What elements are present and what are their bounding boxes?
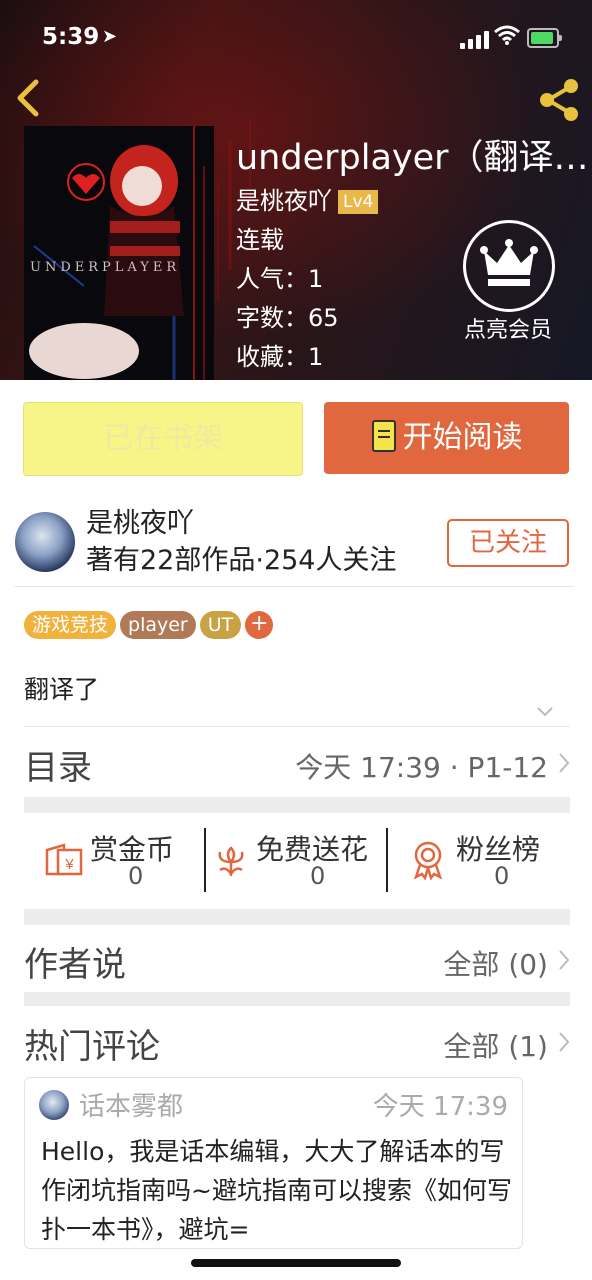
home-indicator[interactable] [191,1259,401,1267]
divider [386,828,388,892]
reward-coins-value: 0 [128,862,144,890]
status-time: 5:39 [42,24,100,50]
status-bar: 5:39 ➤ [0,0,592,80]
medal-icon [413,841,443,880]
divider [204,828,206,892]
commenter-name[interactable]: 话本雾都 [79,1086,183,1123]
hot-comments-link[interactable]: 全部 (1) [443,1025,548,1065]
book-author[interactable]: 是桃夜吖 [236,187,332,215]
follow-button[interactable]: 已关注 [447,519,569,567]
reward-coins[interactable]: ¥ 赏金币 0 [40,828,200,892]
share-icon[interactable] [538,78,580,122]
chevron-right-icon [559,753,570,773]
book-description: 翻译了 [24,675,100,704]
comment-card[interactable]: 话本雾都 今天 17:39 Hello，我是话本编辑，大大了解话本的写作闭坑指南… [24,1077,523,1249]
comment-time: 今天 17:39 [372,1092,508,1122]
commenter-avatar[interactable] [39,1090,69,1120]
tag-player[interactable]: player [120,611,196,639]
start-reading-button[interactable]: 开始阅读 [324,402,569,474]
catalog-row[interactable]: 目录 今天 17:39 · P1-12 [24,740,570,788]
reward-fan-ranking[interactable]: 粉丝榜 0 [408,828,568,892]
reward-flowers-value: 0 [310,862,326,890]
wifi-icon [494,25,520,45]
add-tag-button[interactable]: + [245,611,274,639]
author-says-title: 作者说 [24,945,126,985]
vip-label[interactable]: 点亮会员 [448,312,568,344]
svg-text:¥: ¥ [64,856,74,873]
book-cover[interactable]: UNDERPLAYER [24,126,214,380]
catalog-info: 今天 17:39 · P1-12 [295,751,548,784]
vip-crown-button[interactable] [463,220,555,312]
section-gap [24,909,570,925]
author-name[interactable]: 是桃夜吖 [86,508,194,540]
crown-icon [480,239,538,286]
level-badge: Lv4 [338,190,379,214]
section-gap [24,797,570,813]
tag-game[interactable]: 游戏竞技 [24,611,117,639]
hot-comments-row[interactable]: 热门评论 全部 (1) [24,1019,570,1067]
location-arrow-icon: ➤ [102,26,118,47]
divider [14,586,574,587]
chevron-right-icon [559,950,570,970]
cover-title-text: UNDERPLAYER [30,260,181,275]
divider [24,726,570,727]
back-arrow-icon[interactable] [14,78,42,118]
section-gap [24,992,570,1006]
chevron-down-icon[interactable] [536,706,554,718]
battery-icon [527,28,562,48]
book-title: underplayer（翻译… [236,138,586,178]
hot-comments-title: 热门评论 [24,1027,160,1067]
comment-text: Hello，我是话本编辑，大大了解话本的写作闭坑指南吗~避坑指南可以搜索《如何写… [41,1137,512,1244]
author-avatar[interactable] [15,512,75,572]
author-line: 是桃夜吖 Lv4 [236,182,586,221]
author-says-row[interactable]: 作者说 全部 (0) [24,937,570,985]
flower-icon [218,846,244,877]
signal-icon [460,30,492,49]
author-card[interactable]: 是桃夜吖 著有22部作品·254人关注 已关注 [0,508,592,586]
tag-ut[interactable]: UT [199,611,242,639]
reward-flowers[interactable]: 免费送花 0 [212,828,382,892]
book-icon [371,419,396,452]
cover-illustration [24,126,214,380]
tag-list: 游戏竞技 player UT + [24,611,274,639]
catalog-title: 目录 [24,748,92,788]
start-reading-label: 开始阅读 [402,420,523,455]
author-stats: 著有22部作品·254人关注 [86,545,397,576]
chevron-right-icon [559,1032,570,1052]
reward-fan-ranking-value: 0 [494,862,510,890]
in-bookshelf-button[interactable]: 已在书架 [23,402,303,476]
coin-envelope-icon: ¥ [45,843,83,876]
author-says-link[interactable]: 全部 (0) [443,943,548,983]
